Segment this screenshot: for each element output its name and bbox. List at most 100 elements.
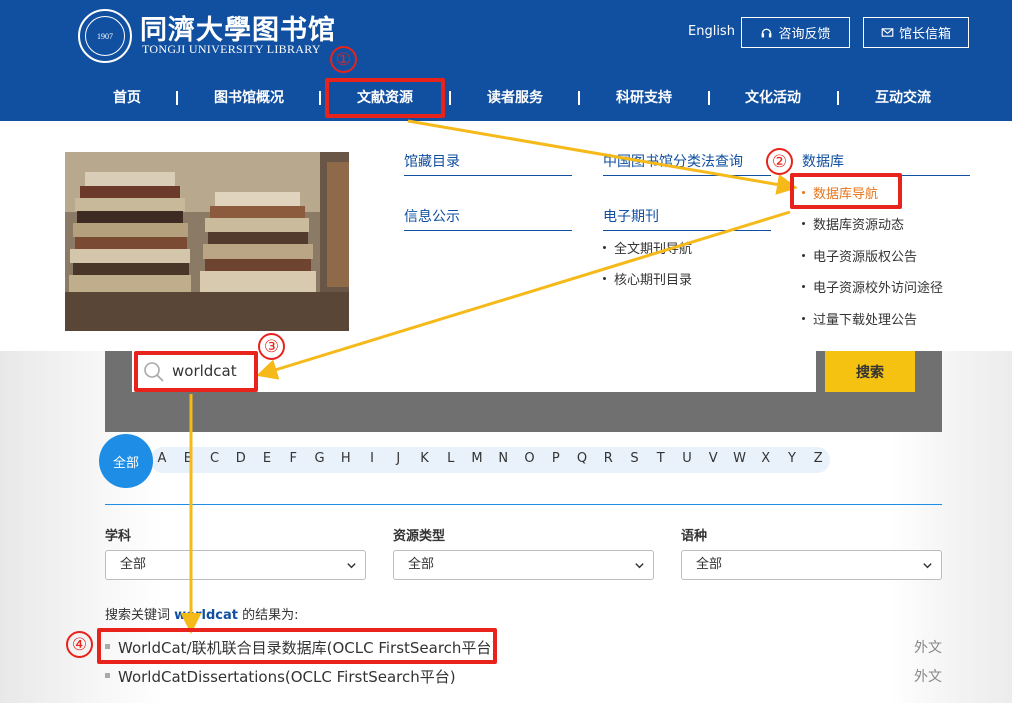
alphabet-letter-b[interactable]: B — [184, 451, 193, 466]
column-underline — [404, 175, 572, 176]
seal-inner-ring: 1907 — [85, 16, 125, 56]
resource-type-select-value: 全部 — [408, 557, 435, 572]
nav-separator — [176, 91, 178, 105]
alphabet-filter-bar — [150, 447, 830, 473]
nav-separator — [708, 91, 710, 105]
nav-item-library-overview[interactable]: 图书馆概况 — [214, 75, 284, 121]
alphabet-letter-w[interactable]: W — [733, 451, 746, 466]
link-off-campus-access[interactable]: 电子资源校外访问途径 — [802, 277, 943, 296]
link-excessive-download-notice[interactable]: 过量下载处理公告 — [802, 309, 917, 328]
alphabet-letter-u[interactable]: U — [682, 451, 692, 466]
link-databases[interactable]: 数据库 — [802, 151, 844, 171]
nav-separator — [837, 91, 839, 105]
alphabet-letter-a[interactable]: A — [158, 451, 167, 466]
nav-item-reader-services[interactable]: 读者服务 — [487, 75, 543, 121]
filter-label-subject: 学科 — [105, 529, 132, 544]
nav-item-home[interactable]: 首页 — [113, 75, 141, 121]
search-button[interactable]: 搜索 — [825, 351, 915, 392]
bullet-dot — [802, 285, 805, 288]
summary-prefix: 搜索关键词 — [105, 608, 171, 623]
link-label: 数据库资源动态 — [813, 218, 905, 233]
language-select[interactable]: 全部 — [681, 550, 942, 580]
chevron-down-icon — [347, 563, 356, 569]
alphabet-letter-t[interactable]: T — [657, 451, 665, 466]
chevron-down-icon — [635, 563, 644, 569]
result-language: 外文 — [914, 640, 942, 656]
alphabet-letter-q[interactable]: Q — [577, 451, 587, 466]
director-mailbox-button[interactable]: 馆长信箱 — [863, 17, 969, 48]
annotation-box-step1 — [325, 78, 445, 118]
result-bullet — [105, 673, 110, 678]
nav-separator — [449, 91, 451, 105]
alphabet-letter-y[interactable]: Y — [788, 451, 796, 466]
alphabet-letter-v[interactable]: V — [709, 451, 718, 466]
resource-type-select[interactable]: 全部 — [393, 550, 654, 580]
link-copyright-notice[interactable]: 电子资源版权公告 — [802, 246, 917, 265]
nav-separator — [578, 91, 580, 105]
column-underline — [404, 230, 572, 231]
result-summary: 搜索关键词 worldcat 的结果为: — [105, 604, 299, 623]
result-item: WorldCatDissertations(OCLC FirstSearch平台… — [105, 664, 942, 688]
link-label: 过量下载处理公告 — [813, 313, 918, 328]
section-divider — [105, 504, 942, 505]
alphabet-letter-p[interactable]: P — [552, 451, 560, 466]
filter-label-resource-type: 资源类型 — [393, 529, 446, 544]
alphabet-letter-k[interactable]: K — [420, 451, 429, 466]
site-header: 1907 同濟大學图书馆 TONGJI UNIVERSITY LIBRARY E… — [0, 0, 1012, 75]
link-label: 电子资源版权公告 — [813, 250, 918, 265]
university-seal-icon[interactable]: 1907 — [78, 9, 132, 63]
headset-icon — [762, 28, 772, 38]
annotation-step-number-1: ① — [330, 46, 357, 73]
column-underline — [603, 175, 771, 176]
logo-english-title[interactable]: TONGJI UNIVERSITY LIBRARY — [142, 42, 321, 57]
alphabet-letter-z[interactable]: Z — [814, 451, 823, 466]
chevron-down-icon — [923, 563, 932, 569]
annotation-box-step2 — [790, 173, 902, 209]
alphabet-all-button[interactable]: 全部 — [99, 434, 153, 488]
alphabet-letter-j[interactable]: J — [396, 451, 400, 466]
nav-item-interaction[interactable]: 互动交流 — [875, 75, 931, 121]
bullet-dot — [802, 254, 805, 257]
link-label: 核心期刊目录 — [614, 273, 693, 288]
alphabet-letter-h[interactable]: H — [341, 451, 351, 466]
link-collection-catalog[interactable]: 馆藏目录 — [404, 151, 460, 171]
annotation-step-number-2: ② — [766, 148, 793, 175]
subject-select[interactable]: 全部 — [105, 550, 366, 580]
alphabet-letter-f[interactable]: F — [290, 451, 297, 466]
link-information-disclosure[interactable]: 信息公示 — [404, 206, 460, 226]
alphabet-letter-n[interactable]: N — [498, 451, 508, 466]
books-stack-photo — [65, 152, 349, 331]
books-illustration — [65, 152, 349, 331]
column-underline — [603, 230, 771, 231]
alphabet-letter-i[interactable]: I — [370, 451, 374, 466]
link-database-updates[interactable]: 数据库资源动态 — [802, 214, 904, 233]
summary-suffix: 的结果为: — [242, 608, 299, 623]
alphabet-letter-g[interactable]: G — [314, 451, 324, 466]
alphabet-letter-l[interactable]: L — [447, 451, 454, 466]
link-e-journals[interactable]: 电子期刊 — [603, 206, 659, 226]
alphabet-letter-d[interactable]: D — [236, 451, 246, 466]
summary-keyword: worldcat — [174, 608, 238, 623]
alphabet-letter-c[interactable]: C — [210, 451, 219, 466]
link-classification-query[interactable]: 中国图书馆分类法查询 — [603, 151, 743, 171]
alphabet-letter-r[interactable]: R — [604, 451, 613, 466]
alphabet-letter-o[interactable]: O — [524, 451, 534, 466]
alphabet-letter-s[interactable]: S — [630, 451, 638, 466]
annotation-box-step4 — [97, 628, 497, 664]
result-title-link[interactable]: WorldCatDissertations(OCLC FirstSearch平台… — [118, 666, 456, 687]
annotation-step-number-4: ④ — [66, 631, 93, 658]
link-core-journal-list[interactable]: 核心期刊目录 — [603, 269, 692, 288]
annotation-step-number-3: ③ — [258, 333, 285, 360]
consult-feedback-button[interactable]: 咨询反馈 — [741, 17, 850, 48]
filter-label-language: 语种 — [681, 529, 708, 544]
nav-item-cultural-activities[interactable]: 文化活动 — [745, 75, 801, 121]
alphabet-letter-e[interactable]: E — [263, 451, 271, 466]
alphabet-letter-x[interactable]: X — [761, 451, 770, 466]
english-language-link[interactable]: English — [688, 24, 735, 39]
subject-select-value: 全部 — [120, 557, 147, 572]
alphabet-letter-m[interactable]: M — [471, 451, 482, 466]
link-label: 电子资源校外访问途径 — [813, 281, 944, 296]
nav-item-research-support[interactable]: 科研支持 — [616, 75, 672, 121]
link-full-text-journal-navigation[interactable]: 全文期刊导航 — [603, 238, 692, 257]
link-label: 全文期刊导航 — [614, 242, 693, 257]
